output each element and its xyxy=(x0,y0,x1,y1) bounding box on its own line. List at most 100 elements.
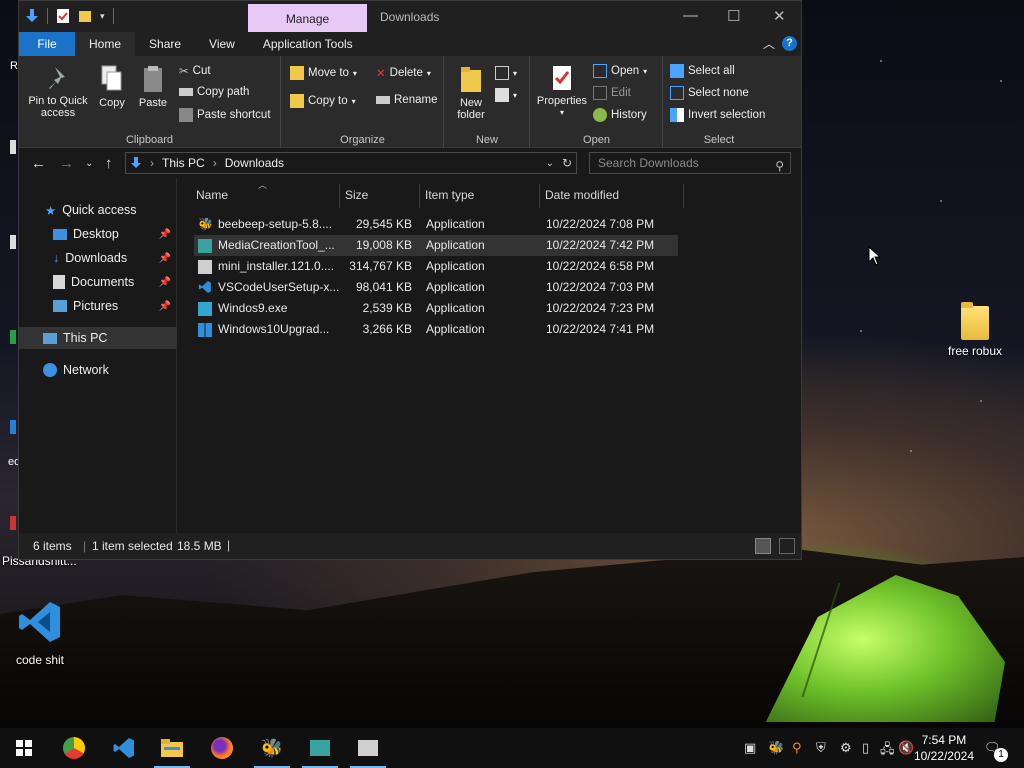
recent-locations-chevron-icon[interactable]: ⌄ xyxy=(85,158,93,169)
tray-app-icon[interactable]: ▣ xyxy=(744,740,756,756)
chrome-icon xyxy=(63,737,85,759)
taskbar-chrome[interactable] xyxy=(50,728,98,768)
new-item-button[interactable]: ▾ xyxy=(495,66,517,80)
nav-downloads[interactable]: ↓ Downloads 📌 xyxy=(19,247,177,269)
forward-button[interactable]: → xyxy=(59,155,74,172)
nav-network[interactable]: Network xyxy=(19,359,177,381)
taskbar-beebeep[interactable]: 🐝 xyxy=(248,728,296,768)
move-to-button[interactable]: Move to ▾ xyxy=(290,66,357,80)
taskbar-vscode[interactable] xyxy=(100,728,148,768)
taskbar-installer[interactable] xyxy=(344,728,392,768)
column-header-size[interactable]: Size xyxy=(345,188,368,202)
tray-gear-icon[interactable]: ⚙ xyxy=(840,740,852,756)
tab-home[interactable]: Home xyxy=(75,32,136,56)
computer-icon xyxy=(43,332,57,344)
file-row[interactable]: 🐝 beebeep-setup-5.8.... 29,545 KB Applic… xyxy=(194,214,678,235)
select-all-button[interactable]: Select all xyxy=(670,64,735,78)
file-row[interactable]: Windos9.exe 2,539 KB Application 10/22/2… xyxy=(194,298,678,319)
new-folder-icon[interactable] xyxy=(78,8,92,24)
address-dropdown-icon[interactable]: ⌄ xyxy=(546,158,554,169)
file-name: mini_installer.121.0.... xyxy=(218,259,335,273)
tray-bee-icon[interactable]: 🐝 xyxy=(768,740,784,756)
column-header-type[interactable]: Item type xyxy=(425,188,474,202)
tray-network-icon[interactable]: 🖧 xyxy=(880,740,895,762)
refresh-icon[interactable]: ↻ xyxy=(562,156,572,170)
select-none-button[interactable]: Select none xyxy=(670,86,749,100)
collapse-ribbon-icon[interactable]: ︿ xyxy=(763,35,775,52)
installer-icon xyxy=(358,740,378,756)
breadcrumb-this-pc[interactable]: This PC xyxy=(162,156,205,170)
large-icons-view-icon[interactable] xyxy=(779,538,795,554)
paste-icon xyxy=(144,66,162,92)
details-view-icon[interactable] xyxy=(755,538,771,554)
customize-toolbar-icon[interactable]: ▾ xyxy=(100,11,105,22)
nav-documents[interactable]: Documents 📌 xyxy=(19,271,177,293)
tab-file[interactable]: File xyxy=(19,32,75,56)
delete-button[interactable]: ✕ Delete ▾ xyxy=(376,66,431,80)
column-header-date[interactable]: Date modified xyxy=(545,188,619,202)
ribbon-tabs: File Home Share View Application Tools ︿… xyxy=(19,32,801,56)
taskbar-media-creation-tool[interactable] xyxy=(296,728,344,768)
back-button[interactable]: ← xyxy=(31,155,46,172)
address-bar[interactable]: › This PC › Downloads ⌄ ↻ xyxy=(125,152,577,174)
tab-view[interactable]: View xyxy=(195,32,249,56)
cut-button[interactable]: ✂ Cut xyxy=(179,64,211,78)
folder-icon xyxy=(961,302,989,340)
tray-search-icon[interactable]: ⚲ xyxy=(792,740,802,756)
tray-battery-icon[interactable]: ▯ xyxy=(862,740,869,756)
properties-button[interactable]: Properties ▾ xyxy=(535,64,589,119)
nav-desktop[interactable]: Desktop 📌 xyxy=(19,223,177,245)
file-date: 10/22/2024 7:42 PM xyxy=(546,238,655,252)
new-folder-button[interactable]: New folder xyxy=(451,64,491,121)
file-name: MediaCreationTool_... xyxy=(218,238,335,252)
properties-icon[interactable] xyxy=(56,8,70,24)
tab-share[interactable]: Share xyxy=(135,32,195,56)
open-button[interactable]: Open ▾ xyxy=(593,64,647,78)
tray-shield-icon[interactable]: ⛨ xyxy=(816,740,826,756)
download-arrow-icon[interactable] xyxy=(25,8,39,24)
paste-button[interactable]: Paste xyxy=(135,64,171,109)
breadcrumb-downloads[interactable]: Downloads xyxy=(225,156,284,170)
minimize-button[interactable]: — xyxy=(683,7,698,24)
start-button[interactable] xyxy=(0,728,48,768)
rename-button[interactable]: Rename xyxy=(376,94,437,106)
file-size: 98,041 KB xyxy=(355,280,412,294)
column-header-name[interactable]: Name xyxy=(196,188,228,202)
edit-button[interactable]: Edit xyxy=(593,86,631,100)
nav-quick-access[interactable]: ★ Quick access xyxy=(19,199,177,221)
system-clock[interactable]: 7:54 PM 10/22/2024 xyxy=(914,732,974,764)
file-row[interactable]: mini_installer.121.0.... 314,767 KB Appl… xyxy=(194,256,678,277)
tab-manage[interactable]: Manage xyxy=(248,4,367,32)
taskbar-file-explorer[interactable] xyxy=(148,728,196,768)
tab-application-tools[interactable]: Application Tools xyxy=(249,32,367,56)
title-bar[interactable]: ▾ Manage Downloads — ☐ ✕ xyxy=(19,1,801,32)
search-box[interactable]: Search Downloads ⚲ xyxy=(589,152,791,174)
file-row[interactable]: Windows10Upgrad... 3,266 KB Application … xyxy=(194,319,678,340)
file-row[interactable]: VSCodeUserSetup-x... 98,041 KB Applicati… xyxy=(194,277,678,298)
desktop-shortcut-vscode[interactable]: code shit xyxy=(8,598,72,667)
file-date: 10/22/2024 6:58 PM xyxy=(546,259,655,273)
nav-this-pc[interactable]: This PC xyxy=(19,327,177,349)
help-icon[interactable]: ? xyxy=(782,36,797,51)
tray-volume-muted-icon[interactable]: 🔇 xyxy=(898,740,914,756)
ribbon-group-select: Select all Select none Invert selection … xyxy=(664,56,774,148)
search-icon[interactable]: ⚲ xyxy=(775,156,784,176)
history-button[interactable]: History xyxy=(593,108,647,122)
pin-to-quick-access-button[interactable]: Pin to Quick access xyxy=(23,64,93,119)
file-row[interactable]: MediaCreationTool_... 19,008 KB Applicat… xyxy=(194,235,678,256)
copy-to-button[interactable]: Copy to ▾ xyxy=(290,94,356,108)
copy-button[interactable]: Copy xyxy=(95,64,129,109)
nav-pictures[interactable]: Pictures 📌 xyxy=(19,295,177,317)
desktop-folder-free-robux[interactable]: free robux xyxy=(944,302,1006,358)
easy-access-button[interactable]: ▾ xyxy=(495,88,517,102)
maximize-button[interactable]: ☐ xyxy=(727,7,740,25)
file-name: beebeep-setup-5.8.... xyxy=(218,217,333,231)
copy-path-button[interactable]: Copy path xyxy=(179,86,249,98)
invert-selection-button[interactable]: Invert selection xyxy=(670,108,765,122)
up-button[interactable]: ↑ xyxy=(105,155,113,172)
close-button[interactable]: ✕ xyxy=(773,7,786,25)
taskbar-firefox[interactable] xyxy=(198,728,246,768)
file-type: Application xyxy=(426,259,485,273)
paste-shortcut-button[interactable]: Paste shortcut xyxy=(179,108,271,122)
group-label-organize: Organize xyxy=(340,134,385,146)
